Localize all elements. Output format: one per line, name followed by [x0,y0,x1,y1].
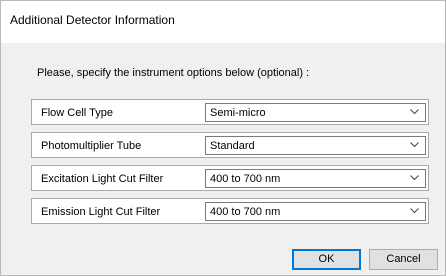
emission-filter-label: Emission Light Cut Filter [41,206,161,218]
option-row-photomultiplier-tube: Photomultiplier Tube Standard [31,132,429,158]
chevron-down-icon [410,109,419,115]
photomultiplier-tube-select[interactable]: Standard [205,136,426,155]
option-row-emission-filter: Emission Light Cut Filter 400 to 700 nm [31,198,429,224]
flow-cell-type-select[interactable]: Semi-micro [205,103,426,122]
additional-detector-dialog: Additional Detector Information Please, … [0,0,446,276]
emission-filter-value: 400 to 700 nm [210,206,281,218]
instructions-text: Please, specify the instrument options b… [37,67,310,79]
dialog-title: Additional Detector Information [10,13,175,27]
cancel-button[interactable]: Cancel [369,249,438,270]
chevron-down-icon [410,175,419,181]
excitation-filter-select[interactable]: 400 to 700 nm [205,169,426,188]
photomultiplier-tube-value: Standard [210,140,255,152]
emission-filter-select[interactable]: 400 to 700 nm [205,202,426,221]
option-row-excitation-filter: Excitation Light Cut Filter 400 to 700 n… [31,165,429,191]
flow-cell-type-label: Flow Cell Type [41,107,113,119]
excitation-filter-value: 400 to 700 nm [210,173,281,185]
photomultiplier-tube-label: Photomultiplier Tube [41,140,142,152]
excitation-filter-label: Excitation Light Cut Filter [41,173,164,185]
ok-button[interactable]: OK [292,249,361,270]
title-bar[interactable]: Additional Detector Information [1,1,445,43]
flow-cell-type-value: Semi-micro [210,107,266,119]
chevron-down-icon [410,142,419,148]
instrument-options-group: Flow Cell Type Semi-micro Photomultiplie… [31,99,429,231]
option-row-flow-cell-type: Flow Cell Type Semi-micro [31,99,429,125]
chevron-down-icon [410,208,419,214]
